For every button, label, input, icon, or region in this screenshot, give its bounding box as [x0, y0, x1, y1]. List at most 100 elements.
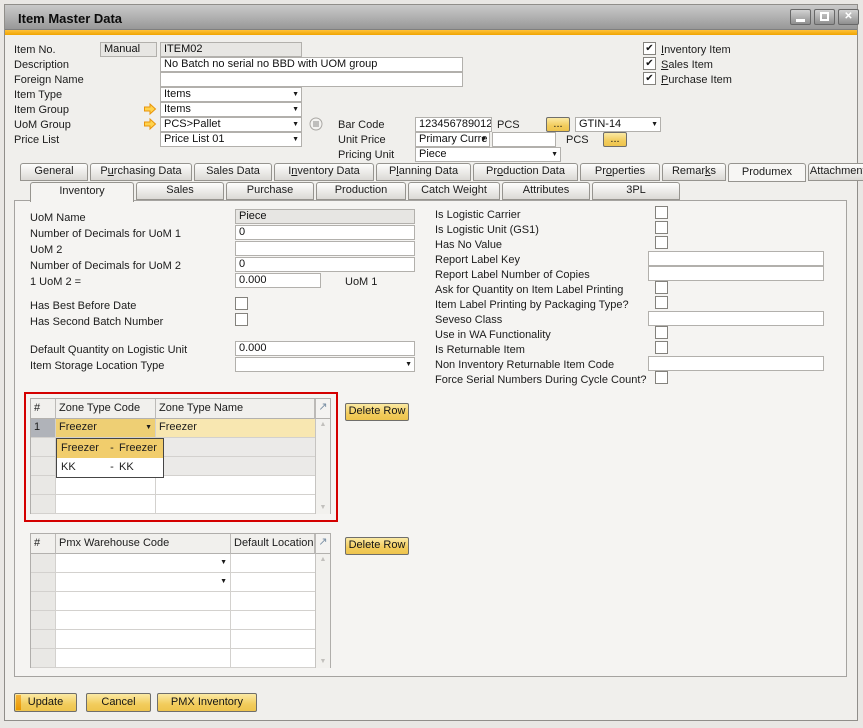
- scroll-down-icon[interactable]: ▼: [316, 657, 330, 667]
- item-type-select[interactable]: Items▼: [160, 87, 302, 102]
- bar-code-field[interactable]: 12345678901231: [415, 117, 492, 132]
- warehouse-table-scrollbar[interactable]: ▲ ▼: [315, 554, 330, 668]
- inventory-item-checkbox[interactable]: ✔: [643, 42, 656, 55]
- chevron-down-icon[interactable]: ▼: [220, 578, 227, 586]
- has-second-batch-checkbox[interactable]: [235, 313, 248, 326]
- tab-remarks[interactable]: Remarks: [662, 163, 726, 181]
- close-button[interactable]: ✕: [838, 9, 859, 25]
- use-in-wa-checkbox[interactable]: [655, 326, 668, 339]
- chevron-down-icon[interactable]: ▼: [405, 361, 412, 369]
- subtab-sales[interactable]: Sales: [136, 182, 224, 200]
- expand-grid-icon[interactable]: ↗: [315, 534, 330, 554]
- scroll-up-icon[interactable]: ▲: [316, 555, 330, 565]
- bar-code-browse-button[interactable]: ...: [546, 117, 570, 132]
- item-no-field[interactable]: ITEM02: [160, 42, 302, 57]
- subtab-3pl[interactable]: 3PL: [592, 182, 680, 200]
- decimals-uom1-field[interactable]: 0: [235, 225, 415, 240]
- tab-produmex[interactable]: Produmex: [728, 163, 806, 182]
- has-bbd-checkbox[interactable]: [235, 297, 248, 310]
- force-serial-cycle-count-checkbox[interactable]: [655, 371, 668, 384]
- tab-properties[interactable]: Properties: [580, 163, 660, 181]
- label-by-packaging-checkbox[interactable]: [655, 296, 668, 309]
- uom2-field[interactable]: [235, 241, 415, 256]
- is-logistic-unit-checkbox[interactable]: [655, 221, 668, 234]
- price-list-select[interactable]: Price List 01▼: [160, 132, 302, 147]
- warehouse-delete-row-button[interactable]: Delete Row: [345, 537, 409, 555]
- decimals-uom2-field[interactable]: 0: [235, 257, 415, 272]
- unit-price-field[interactable]: [492, 132, 556, 147]
- unit-price-currency-select[interactable]: Primary Curre▼: [415, 132, 490, 147]
- dropdown-item-freezer[interactable]: Freezer - Freezer: [57, 439, 163, 458]
- is-logistic-carrier-checkbox[interactable]: [655, 206, 668, 219]
- uom-group-detail-icon[interactable]: [309, 117, 323, 131]
- uom-group-label: UoM Group: [14, 119, 71, 131]
- has-no-value-checkbox[interactable]: [655, 236, 668, 249]
- minimize-button[interactable]: [790, 9, 811, 25]
- bar-code-uom-text: PCS: [497, 119, 520, 131]
- chevron-down-icon[interactable]: ▼: [480, 136, 487, 144]
- minimize-icon: [796, 19, 805, 22]
- foreign-name-field[interactable]: [160, 72, 463, 87]
- warehouse-code-cell[interactable]: ▼: [56, 573, 231, 592]
- tab-attachments[interactable]: Attachments: [808, 163, 863, 181]
- uom-name-field[interactable]: Piece: [235, 209, 415, 224]
- link-arrow-icon[interactable]: [143, 117, 157, 131]
- ask-qty-label-printing-checkbox[interactable]: [655, 281, 668, 294]
- report-label-key-field[interactable]: [648, 251, 824, 266]
- uom-group-select[interactable]: PCS>Pallet▼: [160, 117, 302, 132]
- update-button[interactable]: Update: [14, 693, 77, 712]
- item-group-select[interactable]: Items▼: [160, 102, 302, 117]
- default-qty-field[interactable]: 0.000: [235, 341, 415, 356]
- label-by-packaging-label: Item Label Printing by Packaging Type?: [435, 299, 629, 311]
- tab-inventory-data[interactable]: Inventory Data: [274, 163, 374, 181]
- subtab-inventory[interactable]: Inventory: [30, 182, 134, 202]
- chevron-down-icon[interactable]: ▼: [551, 151, 558, 159]
- chevron-down-icon[interactable]: ▼: [220, 559, 227, 567]
- zone-delete-row-button[interactable]: Delete Row: [345, 403, 409, 421]
- maximize-button[interactable]: [814, 9, 835, 25]
- tab-purchasing-data[interactable]: Purchasing Data: [90, 163, 192, 181]
- main-tab-bar: General Purchasing Data Sales Data Inven…: [20, 163, 863, 182]
- item-no-mode-field[interactable]: Manual: [100, 42, 157, 57]
- item-master-data-window: Item Master Data ✕ Item No. Manual ITEM0…: [0, 0, 863, 728]
- subtab-purchase[interactable]: Purchase: [226, 182, 314, 200]
- chevron-down-icon[interactable]: ▼: [651, 121, 658, 129]
- pmx-inventory-button[interactable]: PMX Inventory: [157, 693, 257, 712]
- subtab-attributes[interactable]: Attributes: [502, 182, 590, 200]
- uom2-label: UoM 2: [30, 244, 62, 256]
- sales-item-label: Sales Item: [661, 59, 713, 71]
- dropdown-item-kk[interactable]: KK - KK: [57, 458, 163, 477]
- chevron-down-icon[interactable]: ▼: [292, 106, 299, 114]
- report-label-copies-field[interactable]: [648, 266, 824, 281]
- tab-production-data[interactable]: Production Data: [473, 163, 578, 181]
- non-inv-returnable-code-field[interactable]: [648, 356, 824, 371]
- chevron-down-icon[interactable]: ▼: [292, 121, 299, 129]
- seveso-class-field[interactable]: [648, 311, 824, 326]
- non-inv-returnable-code-label: Non Inventory Returnable Item Code: [435, 359, 614, 371]
- subtab-catch-weight[interactable]: Catch Weight: [408, 182, 500, 200]
- uom2-eq-field[interactable]: 0.000: [235, 273, 321, 288]
- title-bar[interactable]: Item Master Data ✕: [5, 5, 857, 30]
- tab-planning-data[interactable]: Planning Data: [376, 163, 471, 181]
- is-returnable-checkbox[interactable]: [655, 341, 668, 354]
- tab-general[interactable]: General: [20, 163, 88, 181]
- report-label-key-label: Report Label Key: [435, 254, 520, 266]
- pricing-unit-label: Pricing Unit: [338, 149, 394, 161]
- unit-price-browse-button[interactable]: ...: [603, 132, 627, 147]
- use-in-wa-label: Use in WA Functionality: [435, 329, 551, 341]
- bar-code-label: Bar Code: [338, 119, 384, 131]
- chevron-down-icon[interactable]: ▼: [292, 136, 299, 144]
- link-arrow-icon[interactable]: [143, 102, 157, 116]
- description-field[interactable]: No Batch no serial no BBD with UOM group: [160, 57, 463, 72]
- cancel-button[interactable]: Cancel: [86, 693, 151, 712]
- pricing-unit-select[interactable]: Piece▼: [415, 147, 561, 162]
- storage-type-select[interactable]: ▼: [235, 357, 415, 372]
- warehouse-code-cell[interactable]: ▼: [56, 554, 231, 573]
- sales-item-checkbox[interactable]: ✔: [643, 57, 656, 70]
- chevron-down-icon[interactable]: ▼: [292, 91, 299, 99]
- ask-qty-label-printing-label: Ask for Quantity on Item Label Printing: [435, 284, 623, 296]
- bar-code-type-select[interactable]: GTIN-14▼: [575, 117, 661, 132]
- subtab-production[interactable]: Production: [316, 182, 406, 200]
- purchase-item-checkbox[interactable]: ✔: [643, 72, 656, 85]
- tab-sales-data[interactable]: Sales Data: [194, 163, 272, 181]
